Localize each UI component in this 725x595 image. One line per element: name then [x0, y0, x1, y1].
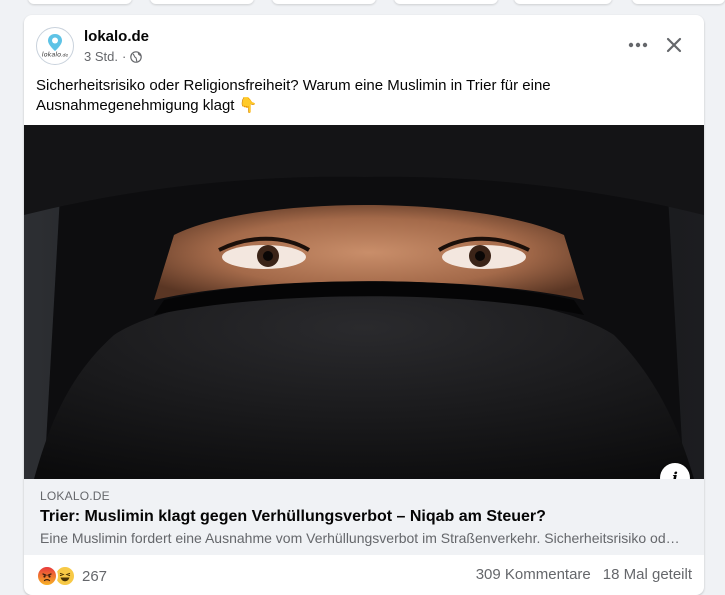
feed-top-strip — [0, 0, 725, 6]
story-card[interactable] — [28, 0, 132, 4]
post-card: lokalo.de lokalo.de 3 Std. · Sicherheits… — [24, 15, 704, 595]
story-card[interactable] — [150, 0, 254, 4]
story-card[interactable] — [514, 0, 612, 4]
page-name[interactable]: lokalo.de — [84, 28, 149, 45]
reactions-summary[interactable]: 267 — [36, 565, 107, 587]
link-preview-image[interactable] — [24, 125, 704, 479]
link-title[interactable]: Trier: Muslimin klagt gegen Verhüllungsv… — [40, 508, 546, 526]
page-avatar[interactable]: lokalo.de — [36, 27, 74, 65]
story-card[interactable] — [394, 0, 498, 4]
story-card[interactable] — [272, 0, 376, 4]
post-stats: 309 Kommentare 18 Mal geteilt — [476, 566, 692, 583]
close-icon — [666, 37, 682, 53]
globe-icon — [130, 50, 143, 63]
link-description: Eine Muslimin fordert eine Ausnahme vom … — [40, 530, 680, 546]
post-meta: 3 Std. · — [84, 49, 143, 64]
lokalo-logo-icon: lokalo.de — [38, 29, 72, 63]
post-timestamp[interactable]: 3 Std. — [84, 49, 118, 64]
engagement-bar: 267 309 Kommentare 18 Mal geteilt — [24, 555, 704, 595]
niqab-photo — [24, 125, 704, 479]
more-options-icon — [628, 42, 648, 48]
meta-separator: · — [121, 49, 127, 64]
post-header: lokalo.de lokalo.de 3 Std. · — [24, 15, 704, 77]
more-options-button[interactable] — [624, 31, 652, 59]
post-text: Sicherheitsrisiko oder Religionsfreiheit… — [36, 77, 551, 114]
comments-count[interactable]: 309 Kommentare — [476, 566, 591, 583]
close-button[interactable] — [660, 31, 688, 59]
angry-reaction-icon — [36, 565, 58, 587]
shares-count[interactable]: 18 Mal geteilt — [603, 566, 692, 583]
link-preview[interactable]: LOKALO.DE Trier: Muslimin klagt gegen Ve… — [24, 479, 704, 555]
link-domain: LOKALO.DE — [40, 489, 110, 503]
reaction-count: 267 — [82, 567, 108, 585]
story-card[interactable] — [632, 0, 725, 4]
